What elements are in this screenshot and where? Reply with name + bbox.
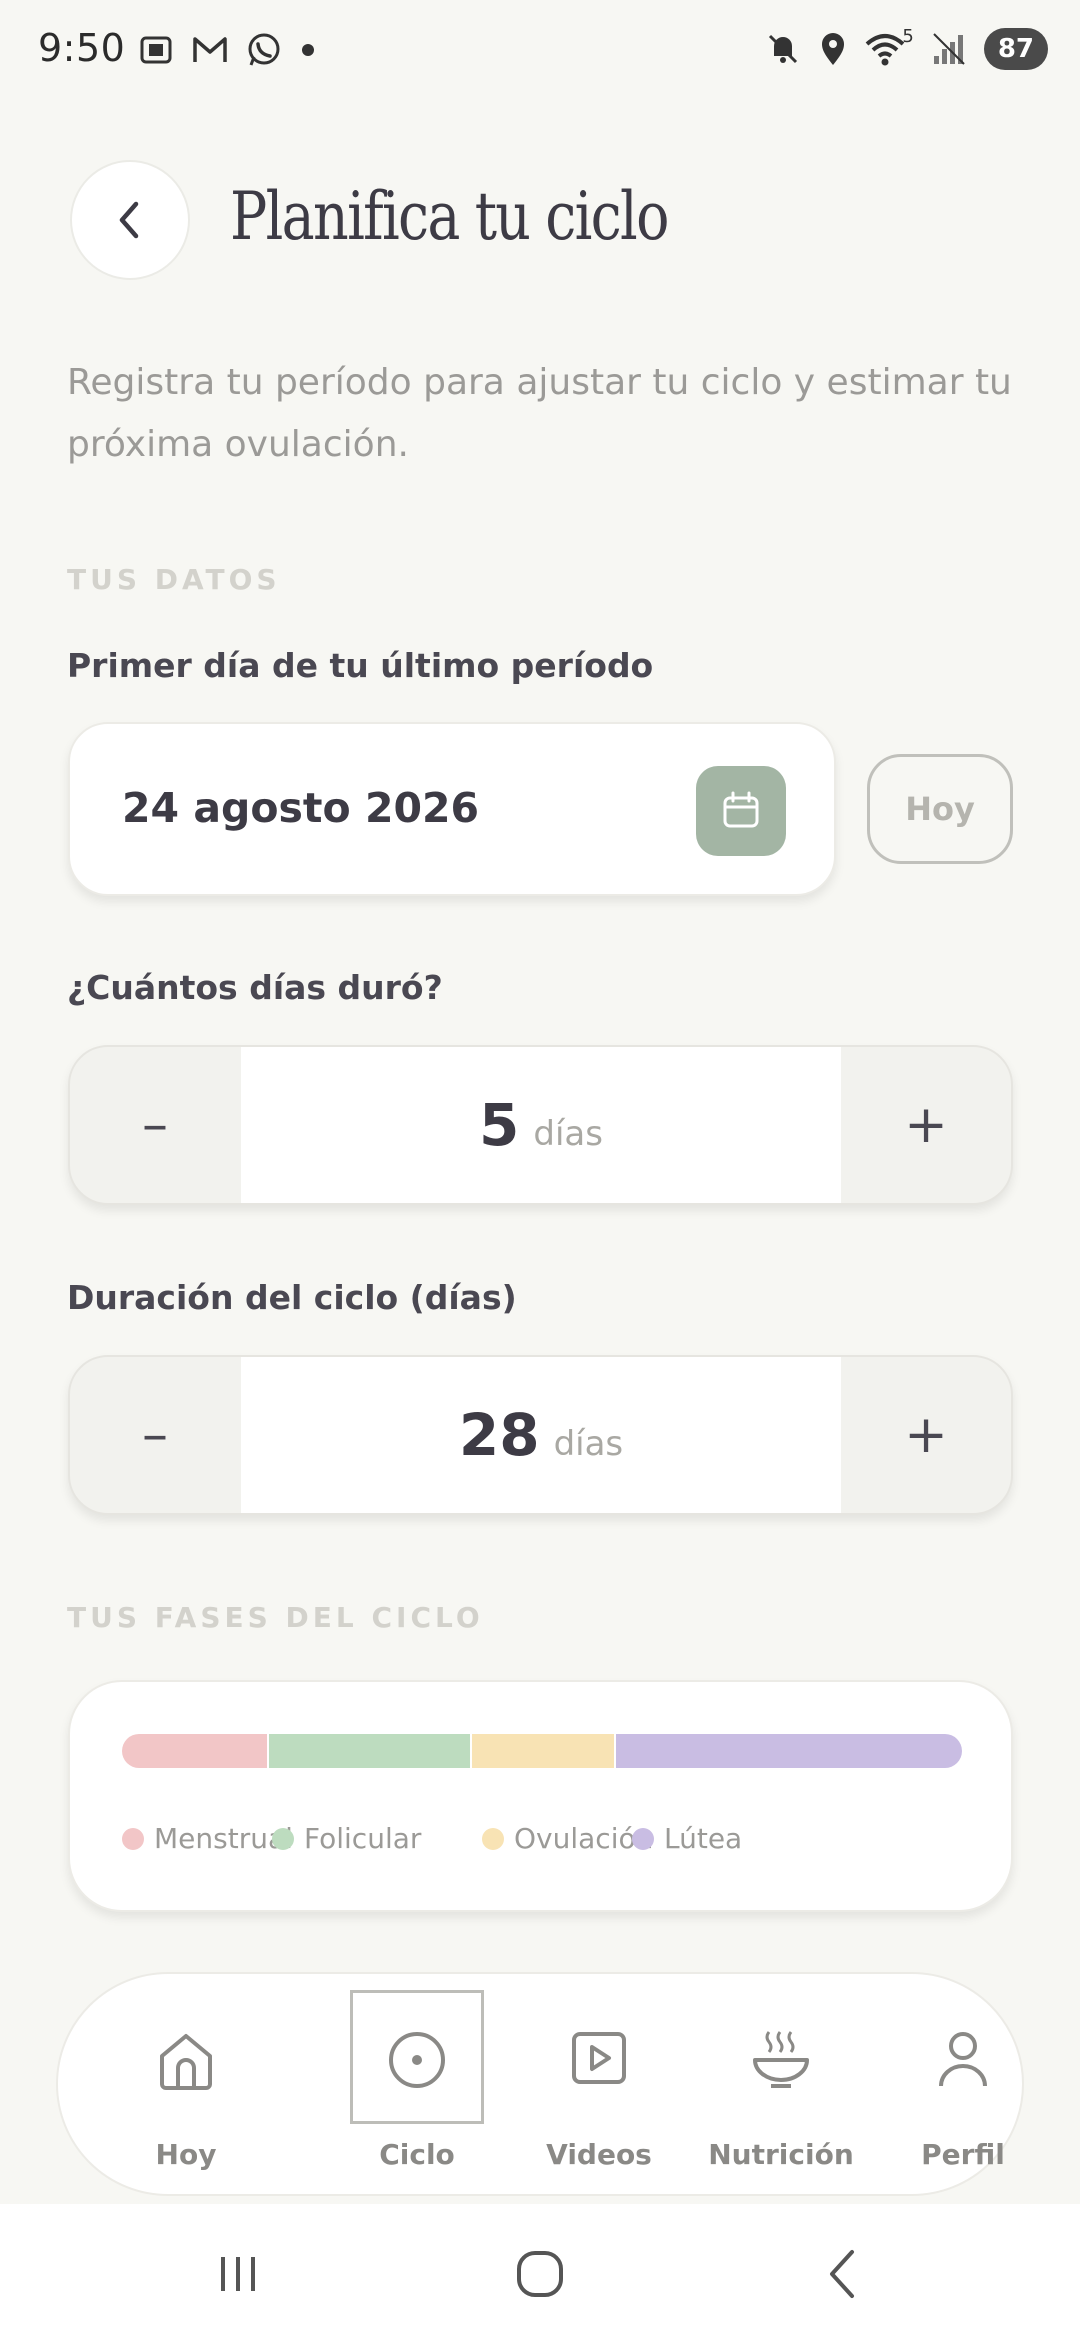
legend-item-folicular: Folicular (272, 1822, 421, 1855)
nav-item-videos[interactable]: Videos (509, 1988, 689, 2188)
last-period-label: Primer día de tu último período (67, 646, 654, 685)
wifi-indicator: 5 (864, 26, 914, 68)
period-length-label: ¿Cuántos días duró? (67, 968, 443, 1007)
cycle-length-value-display: 28 días (241, 1357, 841, 1513)
date-field[interactable]: 24 agosto 2026 (68, 722, 836, 896)
home-icon (160, 2034, 212, 2090)
section-label-phases: TUS FASES DEL CICLO (67, 1601, 484, 1634)
cycle-length-unit: días (553, 1424, 624, 1464)
wifi-icon (866, 34, 905, 66)
legend-label-folicular: Folicular (304, 1822, 422, 1855)
cycle-length-increment-button[interactable]: + (841, 1357, 1011, 1513)
period-length-decrement-button[interactable]: – (70, 1047, 240, 1203)
battery-icon: 87 (983, 28, 1048, 70)
status-notification-icons (136, 30, 318, 70)
nav-item-hoy[interactable]: Hoy (96, 1988, 276, 2188)
nav-label-perfil: Perfil (921, 2138, 1005, 2171)
bowl-icon (753, 2031, 809, 2088)
phases-card: Menstrual Folicular Ovulación Lútea (68, 1680, 1013, 1912)
signal-icon (933, 33, 965, 65)
calendar-button[interactable] (696, 766, 786, 856)
today-button[interactable]: Hoy (867, 754, 1013, 864)
phase-segment-lutea (614, 1734, 962, 1768)
cycle-length-stepper: – 28 días + (68, 1355, 1013, 1515)
cycle-length-label: Duración del ciclo (días) (67, 1278, 517, 1317)
profile-icon (939, 2032, 987, 2087)
home-circle-icon (517, 2251, 563, 2297)
legend-dot-lutea (632, 1827, 654, 1850)
status-system-icons: 5 87 (764, 26, 1048, 70)
phase-segment-folicular (266, 1734, 470, 1768)
screenshot-icon (140, 36, 172, 64)
location-icon (822, 33, 845, 65)
legend-dot-ovulacion (482, 1827, 504, 1850)
video-icon (572, 2032, 626, 2084)
period-length-value-display: 5 días (241, 1047, 841, 1203)
back-button[interactable] (70, 160, 190, 280)
nav-item-nutricion[interactable]: Nutrición (691, 1988, 871, 2188)
legend-dot-menstrual (122, 1827, 144, 1850)
phase-segment-menstrual (122, 1734, 267, 1768)
gmail-icon (193, 37, 227, 62)
date-value: 24 agosto 2026 (122, 784, 480, 832)
system-navigation-bar (0, 2204, 1080, 2340)
legend-label-lutea: Lútea (664, 1822, 743, 1855)
page-title: Planifica tu ciclo (230, 178, 669, 255)
section-label-data: TUS DATOS (67, 563, 281, 596)
system-back-button[interactable] (802, 2244, 882, 2304)
nav-label-nutricion: Nutrición (708, 2138, 854, 2171)
period-length-value: 5 (479, 1091, 520, 1159)
home-button[interactable] (500, 2244, 580, 2304)
nav-item-perfil[interactable]: Perfil (873, 1988, 1053, 2188)
phase-bar (122, 1734, 962, 1768)
legend-item-menstrual: Menstrual (122, 1822, 293, 1855)
nav-label-hoy: Hoy (155, 2138, 217, 2171)
legend-item-ovulacion: Ovulación (482, 1822, 653, 1855)
status-bar: 9:50 5 87 (0, 0, 1080, 100)
calendar-icon (723, 791, 759, 828)
recent-apps-icon (221, 2257, 255, 2291)
nav-item-ciclo[interactable]: Ciclo (327, 1988, 507, 2188)
mute-icon (769, 34, 798, 64)
legend-item-lutea: Lútea (632, 1822, 742, 1855)
nav-label-ciclo: Ciclo (379, 2138, 455, 2171)
bottom-navigation: Hoy Ciclo Videos Nutrición Perfil (56, 1972, 1024, 2196)
signal-label: 5 (902, 26, 914, 47)
dot-icon (302, 44, 314, 56)
nav-label-videos: Videos (546, 2138, 652, 2171)
cycle-length-value: 28 (458, 1401, 540, 1469)
period-length-stepper: – 5 días + (68, 1045, 1013, 1205)
whatsapp-icon (248, 33, 280, 66)
period-length-unit: días (533, 1114, 603, 1154)
cycle-length-decrement-button[interactable]: – (70, 1357, 240, 1513)
period-length-increment-button[interactable]: + (841, 1047, 1011, 1203)
recent-apps-button[interactable] (198, 2244, 278, 2304)
phase-segment-ovulacion (469, 1734, 615, 1768)
page-subtitle: Registra tu período para ajustar tu cicl… (67, 362, 1012, 465)
phase-legend: Menstrual Folicular Ovulación Lútea (122, 1822, 982, 1862)
chevron-left-icon (119, 201, 139, 239)
status-time: 9:50 (38, 26, 126, 70)
legend-dot-folicular (272, 1827, 294, 1850)
cycle-icon (389, 2032, 445, 2088)
back-arrow-icon (830, 2250, 854, 2298)
